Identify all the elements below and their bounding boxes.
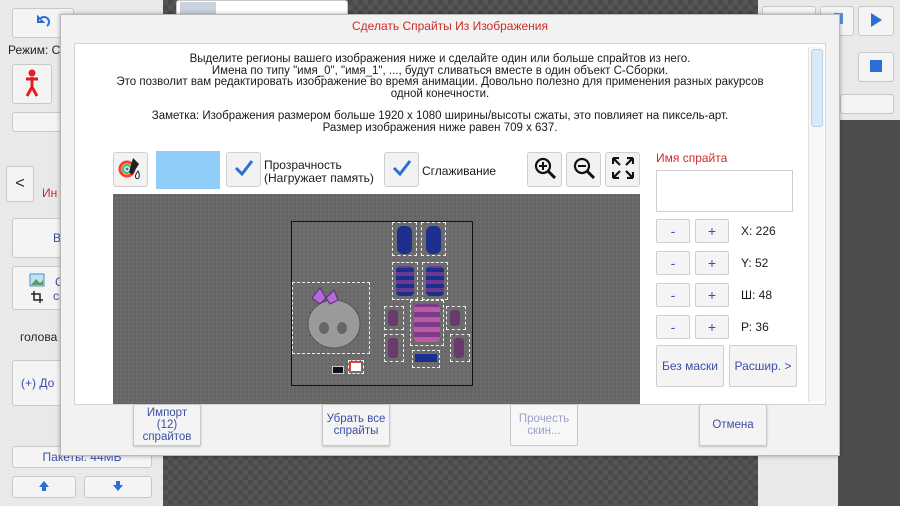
no-mask-button[interactable]: Без маски — [656, 345, 724, 387]
move-down-button[interactable] — [84, 476, 152, 498]
vertical-scrollbar[interactable] — [808, 47, 824, 402]
read-skin-button[interactable]: Прочесть скин... — [510, 404, 578, 446]
crop-icon — [31, 291, 43, 306]
left-import-button[interactable]: С сп — [12, 266, 62, 310]
limb-sprite — [450, 310, 460, 326]
limb-sprite — [388, 310, 398, 326]
make-sprites-dialog: Сделать Спрайты Из Изображения Выделите … — [60, 14, 840, 456]
x-value: X: 226 — [741, 224, 776, 238]
limb-sprite — [454, 338, 464, 358]
left-partial-button[interactable]: В — [12, 218, 62, 258]
rotation-value: Р: 36 — [741, 320, 769, 334]
stop-icon — [870, 59, 882, 75]
cancel-button[interactable]: Отмена — [699, 404, 767, 446]
width-plus-button[interactable]: + — [695, 283, 729, 307]
arrow-up-icon — [38, 480, 50, 495]
dialog-title: Сделать Спрайты Из Изображения — [352, 19, 548, 33]
y-value: Y: 52 — [741, 256, 769, 270]
mode-label: Режим: С — [8, 43, 61, 57]
back-button[interactable]: < — [6, 166, 34, 202]
limb-sprite — [397, 226, 412, 254]
import-label-line2: (12) — [156, 419, 178, 431]
dialog-content-panel: Выделите регионы вашего изображения ниже… — [74, 43, 826, 405]
transparency-label-line2: (Нагружает память) — [264, 171, 374, 185]
limb-sprite — [388, 338, 398, 358]
transparency-color-swatch[interactable] — [156, 151, 220, 189]
width-value: Ш: 48 — [741, 288, 773, 302]
move-up-button[interactable] — [12, 476, 76, 498]
remove-all-label-line1: Убрать все — [326, 413, 386, 425]
image-icon — [29, 273, 45, 290]
torso-sprite — [414, 304, 440, 342]
info-text: Выделите регионы вашего изображения ниже… — [75, 53, 805, 134]
small-sprite — [350, 362, 362, 372]
undo-icon — [35, 14, 51, 33]
left-small-button[interactable] — [12, 112, 62, 132]
rotation-minus-button[interactable]: - — [656, 315, 690, 339]
fit-screen-button[interactable] — [605, 152, 640, 187]
character-button[interactable] — [12, 64, 52, 104]
y-plus-button[interactable]: + — [695, 251, 729, 275]
right-dark-area — [838, 120, 900, 506]
limb-sprite — [426, 266, 444, 296]
zoom-in-button[interactable] — [527, 152, 562, 187]
smoothing-checkbox[interactable] — [384, 152, 419, 187]
check-icon — [233, 157, 255, 183]
read-skin-label-line2: скин... — [527, 425, 561, 437]
remove-all-sprites-button[interactable]: Убрать все спрайты — [322, 404, 390, 446]
color-picker-icon — [118, 155, 144, 185]
transparency-label: Прозрачность (Нагружает память) — [264, 159, 374, 185]
import-sprites-button[interactable]: Импорт (12) спрайтов — [133, 404, 201, 446]
advanced-button[interactable]: Расшир. > — [729, 345, 797, 387]
info-line: одной конечности. — [390, 87, 490, 100]
fit-screen-icon — [611, 156, 634, 183]
read-skin-label-line1: Прочесть — [518, 413, 570, 425]
y-minus-button[interactable]: - — [656, 251, 690, 275]
small-sprite — [332, 366, 344, 374]
color-picker-button[interactable] — [113, 152, 148, 187]
stop-button[interactable] — [858, 52, 894, 82]
arrow-down-icon — [112, 480, 124, 495]
info-line: Это позволит вам редактировать изображен… — [116, 76, 764, 88]
head-label: голова — [20, 330, 58, 344]
x-minus-button[interactable]: - — [656, 219, 690, 243]
limb-sprite — [396, 266, 414, 296]
rotation-plus-button[interactable]: + — [695, 315, 729, 339]
limb-sprite — [426, 226, 441, 254]
info-line: Выделите регионы вашего изображения ниже… — [189, 53, 691, 65]
transparency-checkbox[interactable] — [226, 152, 261, 187]
sprite-sheet-image — [291, 221, 473, 386]
right-small-button[interactable] — [840, 94, 894, 114]
head-sprite — [307, 287, 361, 349]
x-plus-button[interactable]: + — [695, 219, 729, 243]
play-icon — [869, 12, 883, 31]
zoom-out-button[interactable] — [566, 152, 601, 187]
figure-icon — [23, 69, 41, 100]
add-button[interactable]: (+) До — [12, 360, 62, 406]
note-line: Заметка: Изображения размером больше 192… — [151, 110, 729, 122]
image-canvas[interactable] — [113, 194, 640, 404]
play-button[interactable] — [858, 6, 894, 36]
remove-all-label-line2: спрайты — [333, 425, 379, 437]
import-label-line3: спрайтов — [142, 431, 192, 443]
zoom-out-icon — [572, 156, 596, 184]
left-partial-label-1: Ин — [42, 186, 58, 200]
note-line: Размер изображения ниже равен 709 x 637. — [322, 121, 558, 134]
scrollbar-thumb[interactable] — [811, 49, 823, 127]
smoothing-label: Сглаживание — [422, 164, 497, 178]
zoom-in-icon — [533, 156, 557, 184]
sprite-name-input[interactable] — [656, 170, 793, 212]
check-icon — [391, 157, 413, 183]
import-label-line1: Импорт — [146, 407, 188, 419]
sprite-name-title: Имя спрайта — [656, 151, 728, 165]
limb-sprite — [415, 354, 437, 362]
width-minus-button[interactable]: - — [656, 283, 690, 307]
